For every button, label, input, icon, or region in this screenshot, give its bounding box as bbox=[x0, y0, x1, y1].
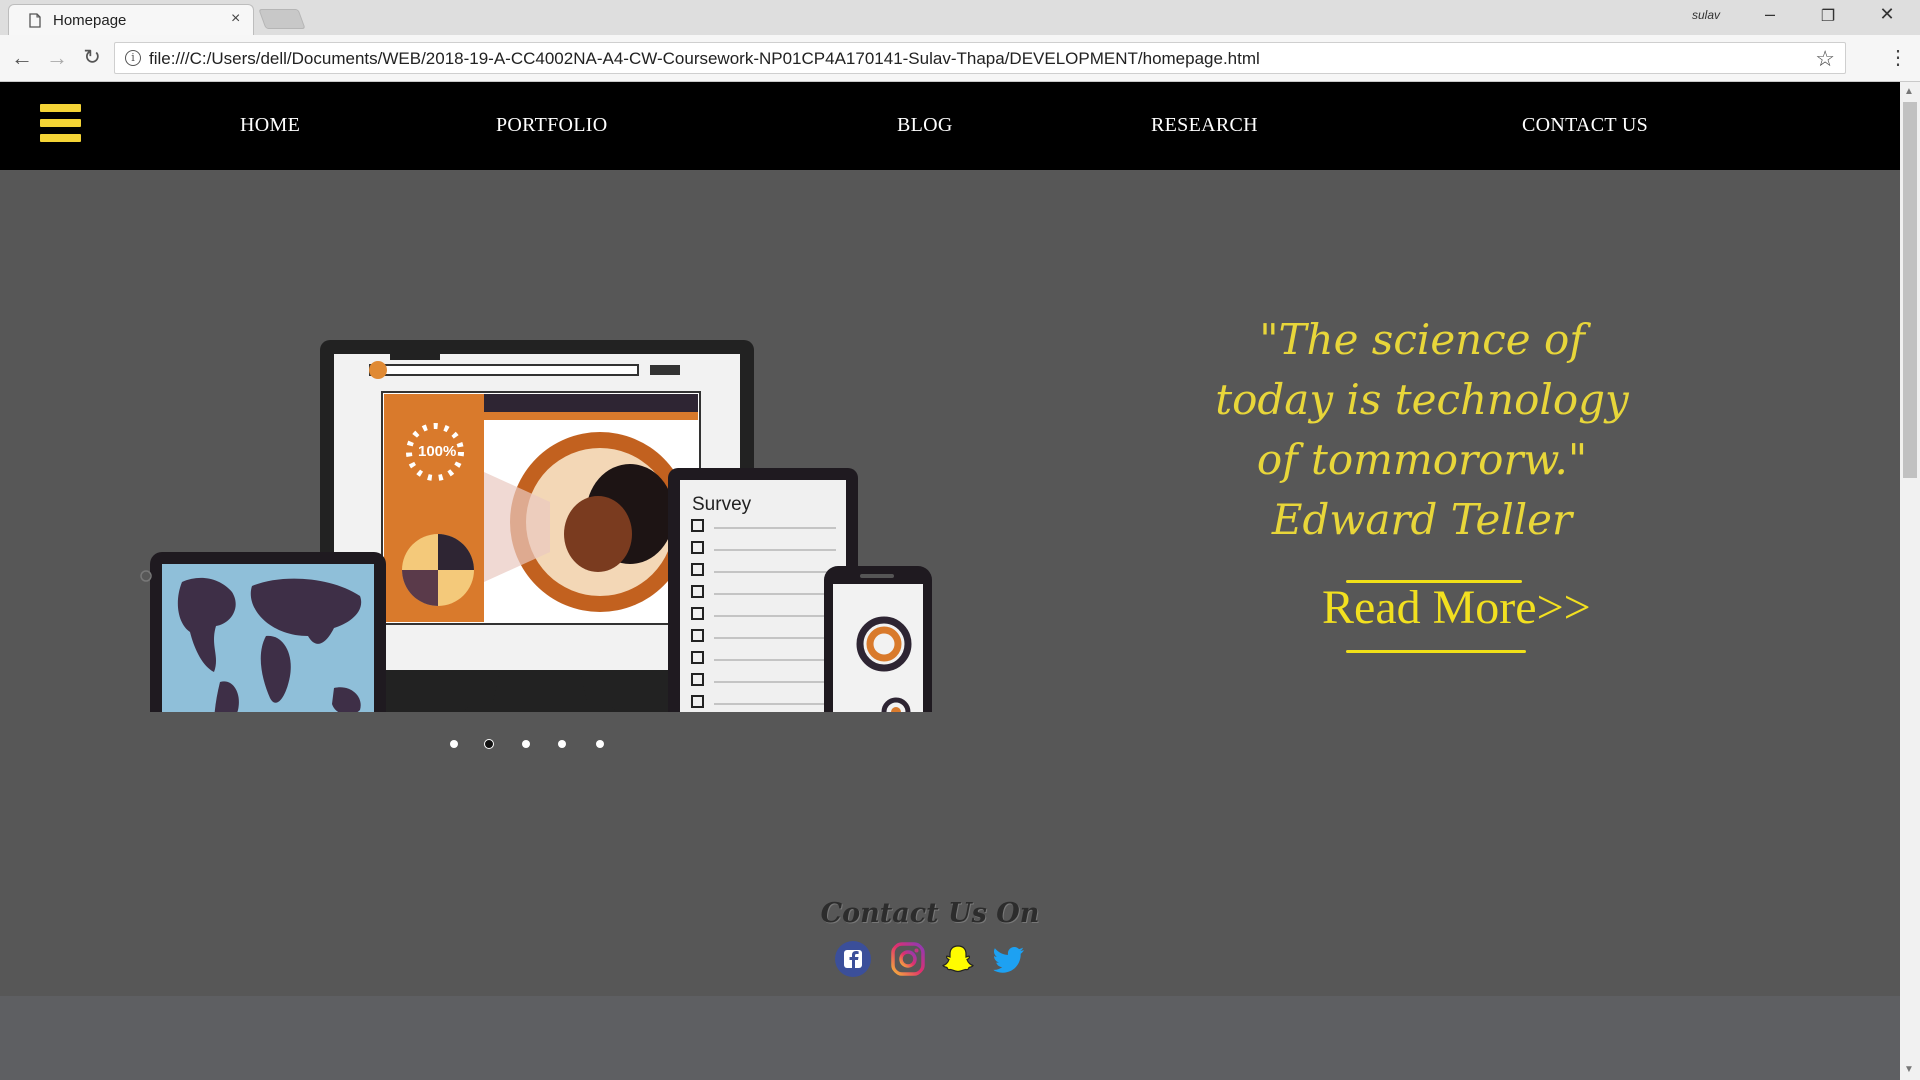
quote-line-2: today is technology bbox=[1215, 375, 1629, 424]
browser-menu-icon[interactable]: ⋮ bbox=[1888, 45, 1908, 70]
slider-dot-3[interactable] bbox=[522, 740, 530, 748]
contact-title: Contact Us On bbox=[820, 898, 1040, 929]
close-icon[interactable]: × bbox=[231, 10, 240, 28]
read-more-link[interactable]: Read More>> bbox=[1322, 580, 1591, 635]
url-text[interactable]: file:///C:/Users/dell/Documents/WEB/2018… bbox=[149, 49, 1260, 69]
new-tab-button[interactable] bbox=[258, 9, 306, 29]
nav-research[interactable]: RESEARCH bbox=[1151, 114, 1258, 137]
window-close-icon[interactable]: ✕ bbox=[1867, 4, 1907, 25]
nav-portfolio[interactable]: PORTFOLIO bbox=[496, 114, 608, 137]
info-icon[interactable]: i bbox=[125, 50, 141, 66]
scroll-down-icon[interactable]: ▼ bbox=[1904, 1064, 1914, 1075]
slider-dot-5[interactable] bbox=[596, 740, 604, 748]
scroll-thumb[interactable] bbox=[1903, 102, 1917, 478]
reload-icon[interactable]: ↻ bbox=[78, 45, 106, 70]
devices-illustration: 100% Survey bbox=[140, 340, 932, 712]
tab-title: Homepage bbox=[53, 12, 127, 29]
tab-strip: Homepage × sulav – ❐ ✕ bbox=[0, 0, 1920, 35]
facebook-icon[interactable] bbox=[834, 940, 872, 978]
bookmark-star-icon[interactable]: ☆ bbox=[1815, 46, 1835, 72]
profile-name[interactable]: sulav bbox=[1692, 8, 1720, 22]
quote-author: Edward Teller bbox=[1271, 495, 1573, 544]
slider-dot-4[interactable] bbox=[558, 740, 566, 748]
page-icon bbox=[29, 13, 41, 28]
hamburger-menu-icon[interactable] bbox=[40, 104, 81, 144]
slider-dot-2[interactable] bbox=[484, 739, 494, 749]
progress-label: 100% bbox=[418, 443, 456, 460]
scroll-up-icon[interactable]: ▲ bbox=[1904, 86, 1914, 97]
nav-home[interactable]: HOME bbox=[240, 114, 300, 137]
quote-block: "The science of today is technology of t… bbox=[1182, 310, 1662, 550]
twitter-icon[interactable] bbox=[990, 940, 1028, 978]
restore-icon[interactable]: ❐ bbox=[1808, 6, 1848, 26]
slider-dot-1[interactable] bbox=[450, 740, 458, 748]
browser-toolbar: ← → ↻ i file:///C:/Users/dell/Documents/… bbox=[0, 35, 1920, 82]
slider-prev-icon[interactable] bbox=[140, 570, 152, 582]
snapchat-icon[interactable] bbox=[939, 940, 977, 978]
page-scrollbar[interactable]: ▲ ▼ bbox=[1900, 82, 1920, 1080]
survey-label: Survey bbox=[692, 494, 752, 515]
address-bar[interactable]: i file:///C:/Users/dell/Documents/WEB/20… bbox=[114, 42, 1846, 74]
nav-contact-us[interactable]: CONTACT US bbox=[1522, 114, 1648, 137]
footer-band bbox=[0, 996, 1900, 1080]
forward-icon[interactable]: → bbox=[43, 45, 71, 71]
quote-line-1: "The science of bbox=[1259, 315, 1585, 364]
browser-window: Homepage × sulav – ❐ ✕ ← → ↻ i file:///C… bbox=[0, 0, 1920, 1080]
quote-line-3: of tommororw." bbox=[1256, 435, 1588, 484]
site-navbar: HOME PORTFOLIO BLOG RESEARCH CONTACT US bbox=[0, 82, 1900, 170]
instagram-icon[interactable] bbox=[889, 940, 927, 978]
nav-blog[interactable]: BLOG bbox=[897, 114, 953, 137]
readmore-bottom-line bbox=[1346, 650, 1526, 653]
page-viewport: HOME PORTFOLIO BLOG RESEARCH CONTACT US bbox=[0, 82, 1900, 1080]
minimize-icon[interactable]: – bbox=[1750, 4, 1790, 25]
back-icon[interactable]: ← bbox=[8, 45, 36, 71]
tab-homepage[interactable]: Homepage × bbox=[8, 4, 254, 35]
